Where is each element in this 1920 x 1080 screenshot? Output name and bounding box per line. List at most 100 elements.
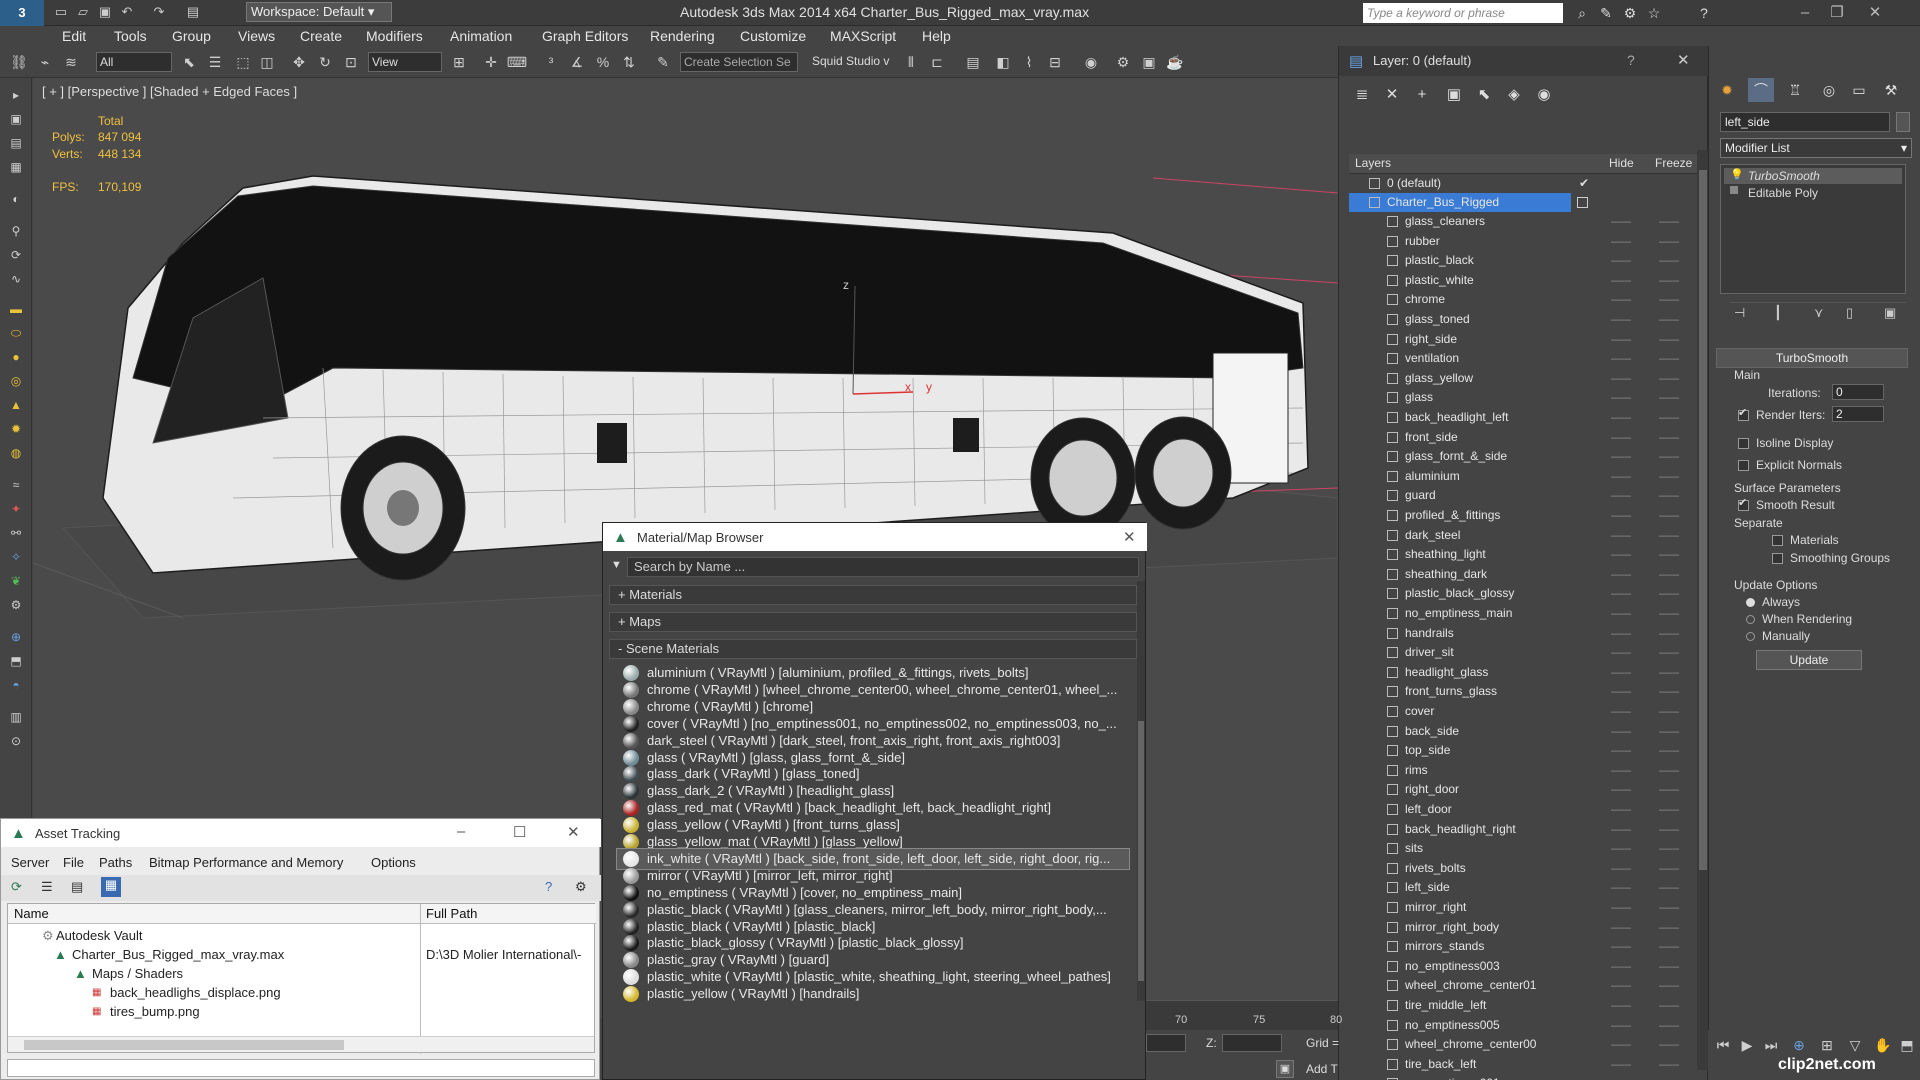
- freeze-toggle[interactable]: –––: [1659, 839, 1679, 858]
- hide-toggle[interactable]: –––: [1611, 722, 1631, 741]
- hide-toggle[interactable]: –––: [1611, 820, 1631, 839]
- hide-toggle[interactable]: –––: [1611, 565, 1631, 584]
- freeze-toggle[interactable]: –––: [1659, 663, 1679, 682]
- isoline-checkbox[interactable]: [1738, 438, 1749, 449]
- hide-toggle[interactable]: –––: [1611, 388, 1631, 407]
- play-icon[interactable]: ▶: [1736, 1034, 1758, 1056]
- subscription-icon[interactable]: ✎: [1596, 3, 1616, 23]
- layer-item-row[interactable]: plastic_white ––– –––: [1349, 271, 1697, 290]
- hide-toggle[interactable]: –––: [1611, 682, 1631, 701]
- menu-customize[interactable]: Customize: [740, 26, 806, 46]
- col-hide[interactable]: Hide: [1609, 156, 1634, 170]
- hide-toggle[interactable]: –––: [1611, 918, 1631, 937]
- hide-toggle[interactable]: –––: [1611, 212, 1631, 231]
- menu-group[interactable]: Group: [172, 26, 211, 46]
- hide-toggle[interactable]: –––: [1611, 486, 1631, 505]
- asset-maximize-icon[interactable]: ☐: [513, 823, 526, 841]
- favorites-icon[interactable]: ☆: [1644, 3, 1664, 23]
- angle-snap-icon[interactable]: ∡: [566, 51, 588, 73]
- layer-item-row[interactable]: back_headlight_left ––– –––: [1349, 408, 1697, 427]
- layer-manager-icon[interactable]: ▤: [962, 51, 984, 73]
- strip-plane-icon[interactable]: ▤: [6, 134, 26, 152]
- layer-item-row[interactable]: right_door ––– –––: [1349, 780, 1697, 799]
- layer-item-row[interactable]: cover ––– –––: [1349, 702, 1697, 721]
- select-manipulate-icon[interactable]: ✛: [480, 51, 502, 73]
- smoothing-groups-checkbox[interactable]: [1772, 553, 1783, 564]
- freeze-toggle[interactable]: –––: [1659, 290, 1679, 309]
- layer-item-row[interactable]: glass_fornt_&_side ––– –––: [1349, 447, 1697, 466]
- layer-item-row[interactable]: profiled_&_fittings ––– –––: [1349, 506, 1697, 525]
- object-color-swatch[interactable]: [1896, 112, 1910, 132]
- freeze-toggle[interactable]: –––: [1659, 310, 1679, 329]
- reference-coord-dropdown[interactable]: View: [368, 52, 442, 72]
- material-search-input[interactable]: Search by Name ...: [627, 557, 1139, 577]
- y-coord-field[interactable]: [1146, 1034, 1186, 1052]
- hide-toggle[interactable]: –––: [1611, 1074, 1631, 1080]
- freeze-toggle[interactable]: –––: [1659, 957, 1679, 976]
- strip-torus-icon[interactable]: ⬭: [6, 324, 26, 342]
- strip-grid-icon[interactable]: ▦: [6, 158, 26, 176]
- hide-toggle[interactable]: –––: [1611, 349, 1631, 368]
- hide-toggle[interactable]: –––: [1611, 898, 1631, 917]
- turbosmooth-rollout[interactable]: TurboSmooth: [1716, 348, 1908, 368]
- strip-geosphere-icon[interactable]: ◍: [6, 444, 26, 462]
- strip-leaf-icon[interactable]: ❦: [6, 572, 26, 590]
- freeze-toggle[interactable]: –––: [1659, 447, 1679, 466]
- layer-item-row[interactable]: no_emptiness003 ––– –––: [1349, 957, 1697, 976]
- hide-toggle[interactable]: –––: [1611, 310, 1631, 329]
- freeze-toggle[interactable]: –––: [1659, 408, 1679, 427]
- menu-animation[interactable]: Animation: [450, 26, 512, 46]
- layer-item-row[interactable]: mirror_right_body ––– –––: [1349, 918, 1697, 937]
- asset-minimize-icon[interactable]: –: [457, 823, 465, 840]
- hide-toggle[interactable]: –––: [1611, 839, 1631, 858]
- freeze-toggle[interactable]: –––: [1659, 369, 1679, 388]
- layer-item-row[interactable]: glass_cleaners ––– –––: [1349, 212, 1697, 231]
- menu-views[interactable]: Views: [238, 26, 275, 46]
- freeze-toggle[interactable]: –––: [1659, 859, 1679, 878]
- hide-toggle[interactable]: –––: [1611, 702, 1631, 721]
- utilities-tab-icon[interactable]: ⚒: [1878, 78, 1904, 102]
- layer-item-row[interactable]: mirrors_stands ––– –––: [1349, 937, 1697, 956]
- layer-row-default[interactable]: 0 (default) ✔: [1349, 174, 1697, 193]
- freeze-toggle[interactable]: –––: [1659, 918, 1679, 937]
- layer-item-row[interactable]: front_turns_glass ––– –––: [1349, 682, 1697, 701]
- strip-ik-icon[interactable]: ⚯: [6, 524, 26, 542]
- layer-item-row[interactable]: dark_steel ––– –––: [1349, 526, 1697, 545]
- percent-snap-icon[interactable]: %: [592, 51, 614, 73]
- strip-orbit-icon[interactable]: ◓: [6, 676, 26, 694]
- explicit-normals-checkbox[interactable]: [1738, 460, 1749, 471]
- strip-select-icon[interactable]: ▸: [6, 86, 26, 104]
- layer-item-row[interactable]: handrails ––– –––: [1349, 624, 1697, 643]
- freeze-toggle[interactable]: –––: [1659, 976, 1679, 995]
- open-file-icon[interactable]: ▱: [74, 3, 92, 21]
- menu-create[interactable]: Create: [300, 26, 342, 46]
- hide-toggle[interactable]: –––: [1611, 447, 1631, 466]
- freeze-toggle[interactable]: –––: [1659, 996, 1679, 1015]
- freeze-toggle[interactable]: –––: [1659, 1055, 1679, 1074]
- strip-helper-icon[interactable]: ◐: [6, 190, 26, 208]
- minimize-icon[interactable]: –: [1790, 2, 1820, 24]
- help-icon[interactable]: ?: [1694, 3, 1714, 23]
- restore-icon[interactable]: ❐: [1822, 2, 1852, 24]
- asset-col-path[interactable]: Full Path: [426, 906, 477, 921]
- align-icon[interactable]: ⊏: [926, 51, 948, 73]
- strip-cone-icon[interactable]: ▲: [6, 396, 26, 414]
- hide-toggle[interactable]: –––: [1611, 976, 1631, 995]
- list-view-icon[interactable]: ☰: [41, 879, 53, 895]
- asset-menu-options[interactable]: Options: [371, 855, 416, 870]
- layer-item-row[interactable]: sheathing_dark ––– –––: [1349, 565, 1697, 584]
- asset-help-icon[interactable]: ?: [545, 879, 552, 894]
- workspace-dropdown[interactable]: Workspace: Default ▾: [246, 2, 392, 22]
- freeze-toggle[interactable]: –––: [1659, 232, 1679, 251]
- layer-select-objects-icon[interactable]: ⬉: [1473, 84, 1495, 106]
- strip-donut-icon[interactable]: ◎: [6, 372, 26, 390]
- layer-item-row[interactable]: rivets_bolts ––– –––: [1349, 859, 1697, 878]
- binoculars-icon[interactable]: ⌕: [1572, 3, 1592, 23]
- layer-hide-all-icon[interactable]: ◉: [1533, 84, 1555, 106]
- field-of-view-icon[interactable]: ▽: [1844, 1034, 1866, 1056]
- add-time-tag[interactable]: Add T: [1306, 1062, 1338, 1076]
- hide-toggle[interactable]: –––: [1611, 271, 1631, 290]
- freeze-toggle[interactable]: –––: [1659, 604, 1679, 623]
- layer-add-icon[interactable]: +: [1411, 84, 1433, 106]
- layer-item-row[interactable]: wheel_chrome_center00 ––– –––: [1349, 1035, 1697, 1054]
